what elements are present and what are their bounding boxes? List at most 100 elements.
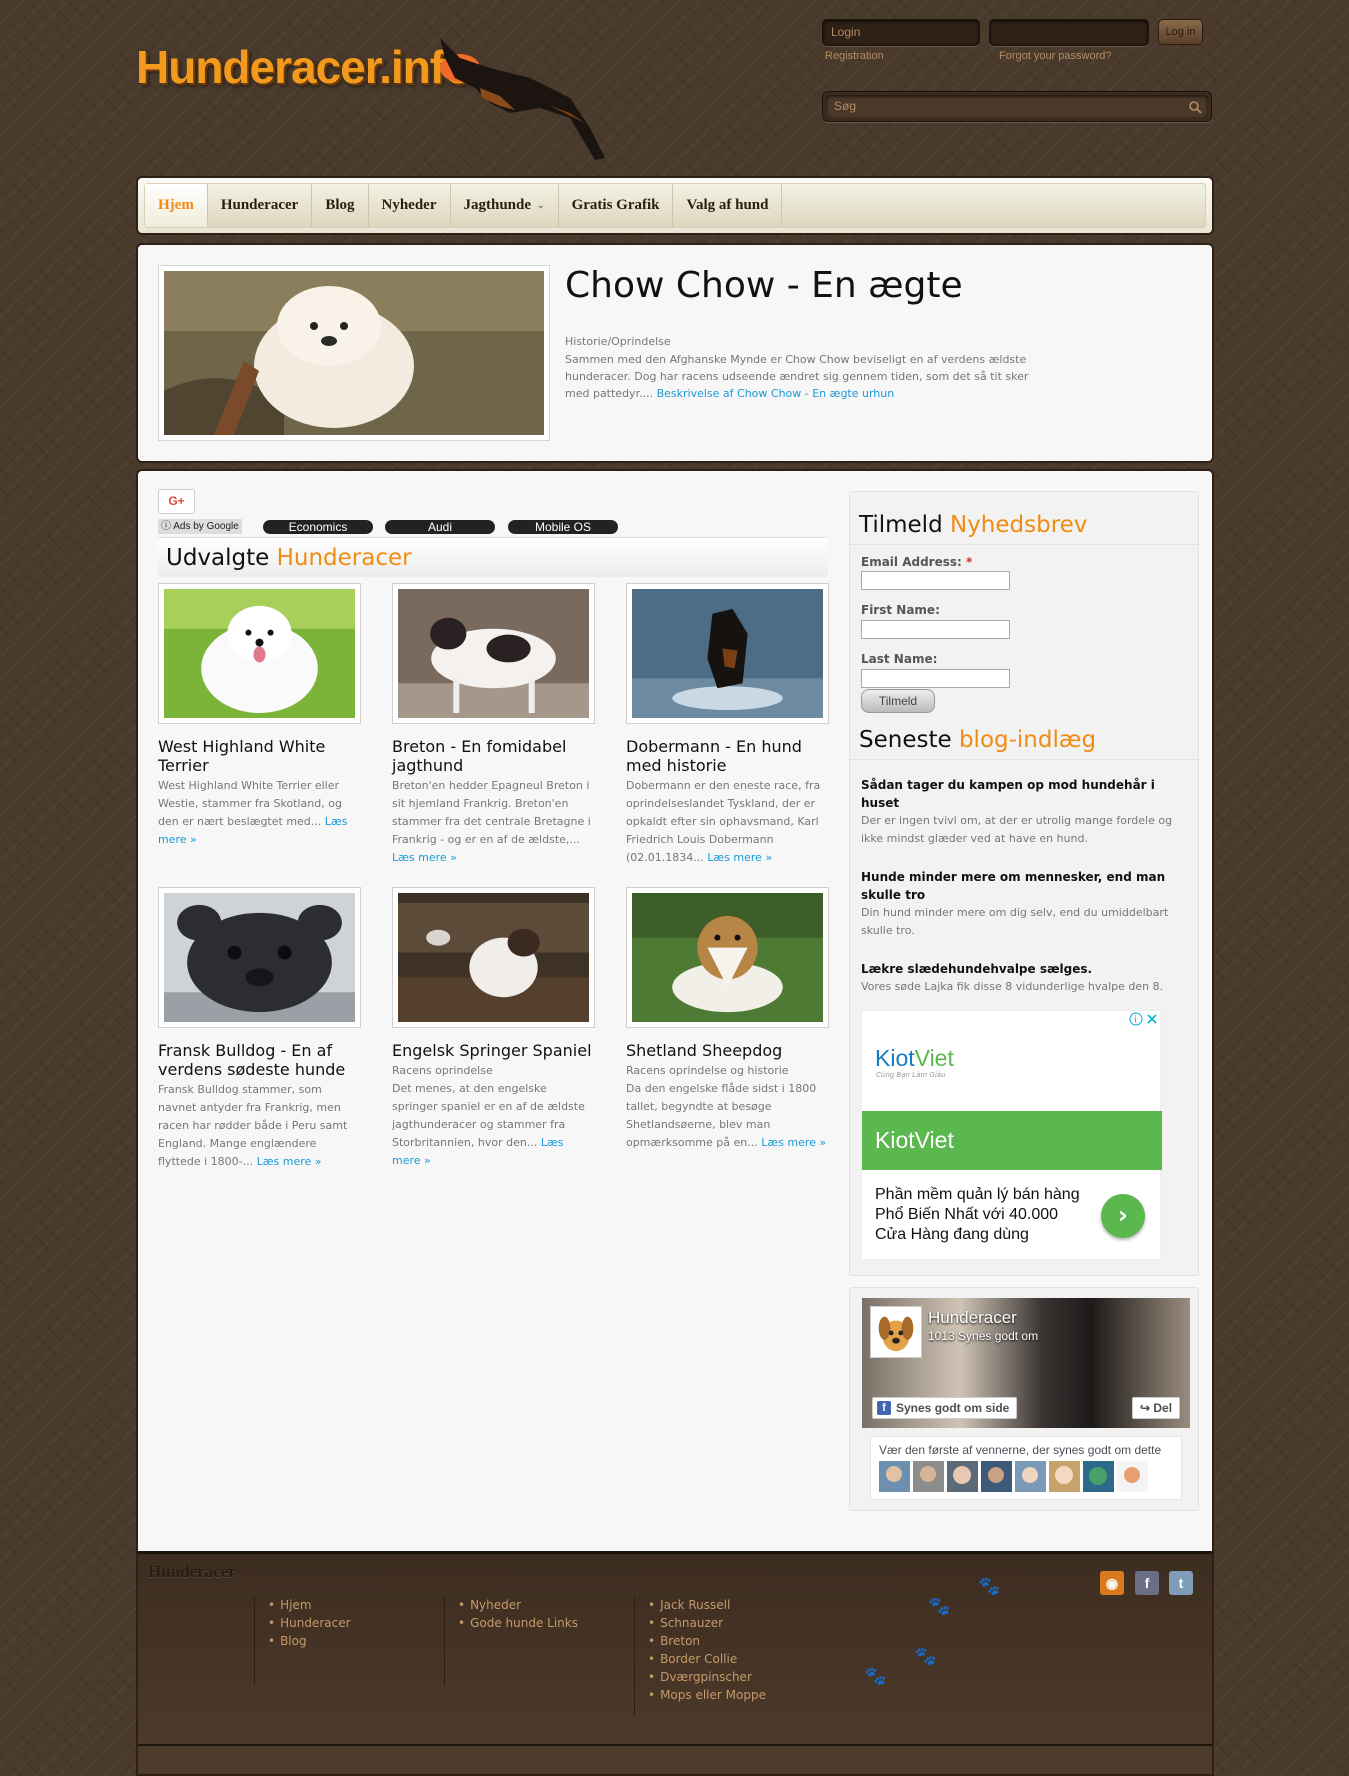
email-field[interactable]	[861, 571, 1010, 590]
facebook-like-count: 1013 Synes godt om	[928, 1329, 1039, 1343]
footer-link-breton[interactable]: Breton	[648, 1632, 766, 1650]
search-input[interactable]: Søg	[826, 95, 1208, 118]
footer-link-gode-hunde-links[interactable]: Gode hunde Links	[458, 1614, 578, 1632]
footer-link-hunderacer[interactable]: Hunderacer	[268, 1614, 350, 1632]
breed-card-image[interactable]	[392, 887, 595, 1028]
nav-item-nyheder[interactable]: Nyheder	[369, 184, 451, 227]
last-name-label: Last Name:	[861, 652, 938, 666]
breed-card-image[interactable]	[626, 583, 829, 724]
facebook-page-avatar[interactable]	[870, 1306, 922, 1358]
friend-avatar[interactable]	[1083, 1461, 1114, 1492]
ad-choices-close-icon[interactable]: i	[1129, 1012, 1159, 1026]
ad-link-audi[interactable]: Audi	[385, 520, 495, 534]
nav-item-gratis-grafik[interactable]: Gratis Grafik	[559, 184, 674, 227]
footer-link-hjem[interactable]: Hjem	[268, 1596, 351, 1614]
forgot-password-link[interactable]: Forgot your password?	[999, 50, 1112, 62]
newsletter-heading: Tilmeld Nyhedsbrev	[850, 492, 1198, 545]
friend-avatar[interactable]	[1049, 1461, 1080, 1492]
facebook-like-label: Synes godt om side	[896, 1401, 1010, 1415]
facebook-share-label: Del	[1153, 1401, 1173, 1415]
blog-post-title[interactable]: Hunde minder mere om mennesker, end man …	[861, 868, 1187, 904]
search-box[interactable]: Søg	[822, 91, 1212, 122]
footer-link-schnauzer[interactable]: Schnauzer	[648, 1614, 766, 1632]
friend-avatar[interactable]	[981, 1461, 1012, 1492]
breed-card-title[interactable]: Dobermann - En hund med historie	[626, 737, 829, 775]
footer-link-dvaergpinscher[interactable]: Dværgpinscher	[648, 1668, 766, 1686]
breed-card-image[interactable]	[158, 887, 361, 1028]
ad-link-economics[interactable]: Economics	[263, 520, 373, 534]
breed-card-title[interactable]: Fransk Bulldog - En af verdens sødeste h…	[158, 1041, 361, 1079]
facebook-icon[interactable]: f	[1135, 1571, 1159, 1595]
footer-link-mops-eller-moppe[interactable]: Mops eller Moppe	[648, 1686, 766, 1704]
featured-article-subtitle: Historie/Oprindelse	[565, 335, 671, 348]
facebook-friends-panel: Vær den første af vennerne, der synes go…	[870, 1436, 1182, 1500]
nav-item-hjem[interactable]: Hjem	[145, 184, 208, 227]
blog-post: Sådan tager du kampen op mod hundehår i …	[850, 776, 1198, 848]
breed-card-title[interactable]: Shetland Sheepdog	[626, 1041, 829, 1060]
read-more-link[interactable]: Læs mere »	[761, 1136, 826, 1149]
newsletter-heading-orange: Nyhedsbrev	[949, 512, 1088, 538]
nav-item-hunderacer[interactable]: Hunderacer	[208, 184, 313, 227]
chevron-right-icon[interactable]: ›	[1101, 1194, 1145, 1238]
featured-article-title[interactable]: Chow Chow - En ægte	[565, 265, 963, 306]
footer-links-column: Nyheder Gode hunde Links	[444, 1596, 578, 1686]
blog-post-title[interactable]: Lækre slædehundehvalpe sælges.	[861, 960, 1187, 978]
ad-link-mobile-os[interactable]: Mobile OS	[508, 520, 618, 534]
footer-links-column: Hjem Hunderacer Blog	[254, 1596, 351, 1686]
footer-link-blog[interactable]: Blog	[268, 1632, 351, 1650]
google-plus-button[interactable]: G+	[158, 489, 195, 514]
nav-item-jagthunde-label: Jagthunde	[463, 197, 532, 213]
friend-avatar[interactable]	[879, 1461, 910, 1492]
breed-card-image[interactable]	[158, 583, 361, 724]
facebook-share-button[interactable]: ↪ Del	[1132, 1397, 1181, 1419]
footer-link-nyheder[interactable]: Nyheder	[458, 1596, 578, 1614]
display-ad[interactable]: i KiotViet Cùng Bạn Làm Giàu KiotViet Ph…	[861, 1010, 1162, 1260]
ad-banner-title: KiotViet	[862, 1111, 1162, 1170]
svg-text:i: i	[1134, 1016, 1137, 1026]
featured-article-link[interactable]: Beskrivelse af Chow Chow - En ægte urhun	[657, 387, 895, 400]
facebook-like-button[interactable]: f Synes godt om side	[872, 1397, 1018, 1419]
ad-body-text: Phần mềm quản lý bán hàng Phổ Biến Nhất …	[875, 1186, 1080, 1243]
footer-link-border-collie[interactable]: Border Collie	[648, 1650, 766, 1668]
registration-link[interactable]: Registration	[825, 50, 884, 62]
read-more-link[interactable]: Læs mere »	[392, 851, 457, 864]
breed-card-title[interactable]: Engelsk Springer Spaniel	[392, 1041, 595, 1060]
friend-avatar[interactable]	[1015, 1461, 1046, 1492]
subscribe-button[interactable]: Tilmeld	[861, 689, 935, 713]
last-name-field[interactable]	[861, 669, 1010, 688]
breed-card-excerpt: Breton'en hedder Epagneul Breton i sit h…	[392, 779, 591, 846]
westie-photo	[164, 589, 355, 718]
rss-icon[interactable]: ◉	[1100, 1571, 1124, 1595]
friend-avatar[interactable]	[947, 1461, 978, 1492]
first-name-label: First Name:	[861, 603, 940, 617]
nav-item-jagthunde[interactable]: Jagthunde ⌄	[451, 184, 559, 227]
first-name-field[interactable]	[861, 620, 1010, 639]
nav-item-valg-af-hund[interactable]: Valg af hund	[673, 184, 783, 227]
blog-post-title[interactable]: Sådan tager du kampen op mod hundehår i …	[861, 776, 1187, 812]
friend-avatar[interactable]	[1117, 1461, 1148, 1492]
paw-print-icon: 🐾	[864, 1666, 887, 1687]
login-password-input[interactable]	[989, 19, 1149, 46]
login-username-input[interactable]: Login	[822, 19, 980, 46]
read-more-link[interactable]: Læs mere »	[707, 851, 772, 864]
breed-card-image[interactable]	[626, 887, 829, 1028]
breed-card-title[interactable]: Breton - En fomidabel jagthund	[392, 737, 595, 775]
required-mark: *	[966, 555, 973, 569]
featured-breeds-heading-black: Udvalgte	[166, 545, 277, 571]
footer-link-jack-russell[interactable]: Jack Russell	[648, 1596, 766, 1614]
facebook-icon: f	[877, 1401, 891, 1415]
breed-card-title[interactable]: West Highland White Terrier	[158, 737, 361, 775]
breed-card-image[interactable]	[392, 583, 595, 724]
search-icon[interactable]	[1188, 100, 1202, 114]
nav-item-blog[interactable]: Blog	[312, 184, 369, 227]
adchoices-label[interactable]: ⓘ Ads by Google	[158, 519, 242, 534]
twitter-icon[interactable]: t	[1169, 1571, 1193, 1595]
breed-card: West Highland White Terrier West Highlan…	[158, 583, 361, 849]
login-button[interactable]: Log in	[1158, 19, 1203, 45]
breed-card-text: Racens oprindelse og historie Da den eng…	[626, 1062, 829, 1152]
facebook-page-name[interactable]: Hunderacer	[928, 1308, 1017, 1328]
facebook-cover-image[interactable]: Hunderacer 1013 Synes godt om f Synes god…	[862, 1298, 1190, 1428]
friend-avatar[interactable]	[913, 1461, 944, 1492]
read-more-link[interactable]: Læs mere »	[257, 1155, 322, 1168]
featured-article-image[interactable]	[158, 265, 550, 441]
